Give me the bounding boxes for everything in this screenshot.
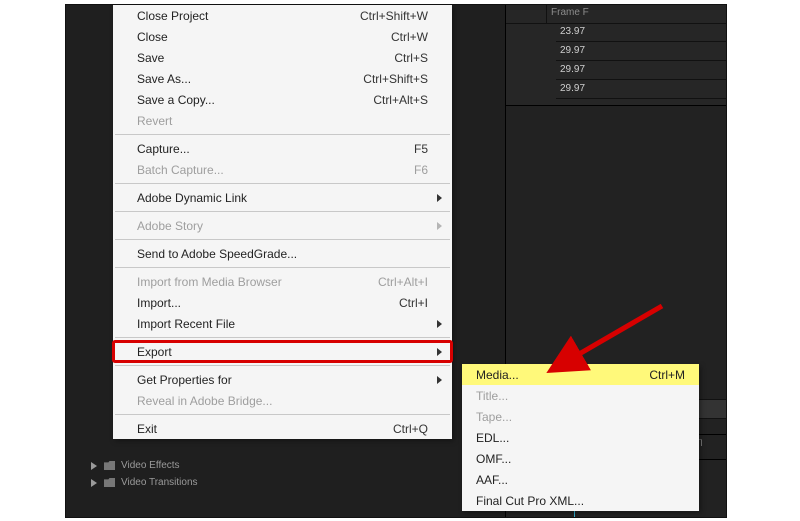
menu-item-shortcut: Ctrl+W (391, 30, 428, 44)
submenu-item-label: Tape... (476, 410, 685, 424)
submenu-item-label: Media... (476, 368, 649, 382)
menu-item-capture[interactable]: Capture...F5 (113, 138, 452, 159)
submenu-item-aaf[interactable]: AAF... (462, 469, 699, 490)
framerate-cell: 29.97 (556, 80, 726, 99)
menu-item-adobe-dynamic-link[interactable]: Adobe Dynamic Link (113, 187, 452, 208)
submenu-item-edl[interactable]: EDL... (462, 427, 699, 448)
menu-item-shortcut: Ctrl+Alt+S (373, 93, 428, 107)
menu-item-revert: Revert (113, 110, 452, 131)
menu-item-label: Import from Media Browser (137, 275, 378, 289)
menu-separator (115, 183, 450, 184)
submenu-item-label: AAF... (476, 473, 685, 487)
menu-item-label: Save As... (137, 72, 363, 86)
menu-item-shortcut: Ctrl+Shift+S (363, 72, 428, 86)
menu-item-reveal-in-adobe-bridge: Reveal in Adobe Bridge... (113, 390, 452, 411)
menu-separator (115, 239, 450, 240)
menu-item-close[interactable]: CloseCtrl+W (113, 26, 452, 47)
submenu-item-label: Title... (476, 389, 685, 403)
menu-item-batch-capture: Batch Capture...F6 (113, 159, 452, 180)
panel-rows: 23.97 29.97 29.97 29.97 (556, 23, 726, 99)
menu-item-label: Reveal in Adobe Bridge... (137, 394, 428, 408)
submenu-item-tape: Tape... (462, 406, 699, 427)
framerate-cell: 29.97 (556, 61, 726, 80)
tree-node-label: Video Transitions (121, 477, 198, 488)
submenu-arrow-icon (437, 222, 442, 230)
menu-item-send-to-adobe-speedgrade[interactable]: Send to Adobe SpeedGrade... (113, 243, 452, 264)
tree-node-video-transitions[interactable]: Video Transitions (90, 474, 390, 491)
menu-item-label: Adobe Story (137, 219, 428, 233)
submenu-arrow-icon (437, 194, 442, 202)
framerate-cell: 29.97 (556, 42, 726, 61)
menu-item-label: Exit (137, 422, 393, 436)
menu-separator (115, 414, 450, 415)
menu-item-label: Import Recent File (137, 317, 428, 331)
menu-item-label: Adobe Dynamic Link (137, 191, 428, 205)
menu-item-shortcut: Ctrl+Alt+I (378, 275, 428, 289)
menu-item-label: Save (137, 51, 394, 65)
submenu-item-shortcut: Ctrl+M (649, 368, 685, 382)
folder-icon (104, 478, 115, 487)
menu-item-label: Close (137, 30, 391, 44)
menu-item-shortcut: Ctrl+Q (393, 422, 428, 436)
submenu-arrow-icon (437, 348, 442, 356)
submenu-item-title: Title... (462, 385, 699, 406)
menu-item-label: Send to Adobe SpeedGrade... (137, 247, 428, 261)
submenu-item-final-cut-pro-xml[interactable]: Final Cut Pro XML... (462, 490, 699, 511)
project-tree: Video Effects Video Transitions (66, 457, 390, 517)
export-submenu: Media...Ctrl+M Title... Tape... EDL... OMF..… (462, 364, 699, 511)
menu-item-label: Save a Copy... (137, 93, 373, 107)
menu-item-label: Export (137, 345, 428, 359)
framerate-cell: 23.97 (556, 23, 726, 42)
menu-item-import-recent-file[interactable]: Import Recent File (113, 313, 452, 334)
menu-item-shortcut: F5 (414, 142, 428, 156)
menu-item-get-properties-for[interactable]: Get Properties for (113, 369, 452, 390)
tree-node-label: Video Effects (121, 460, 180, 471)
panel-column-label: Frame F (546, 5, 589, 23)
menu-item-adobe-story: Adobe Story (113, 215, 452, 236)
menu-item-label: Import... (137, 296, 399, 310)
menu-item-label: Capture... (137, 142, 414, 156)
submenu-item-label: Final Cut Pro XML... (476, 494, 685, 508)
submenu-item-media[interactable]: Media...Ctrl+M (462, 364, 699, 385)
submenu-arrow-icon (437, 376, 442, 384)
menu-item-export[interactable]: Export (113, 341, 452, 362)
menu-item-close-project[interactable]: Close ProjectCtrl+Shift+W (113, 5, 452, 26)
menu-item-exit[interactable]: ExitCtrl+Q (113, 418, 452, 439)
menu-separator (115, 337, 450, 338)
menu-item-label: Revert (137, 114, 428, 128)
file-menu: Close ProjectCtrl+Shift+WCloseCtrl+WSave… (113, 5, 452, 439)
panel-column-header: Frame F (506, 5, 726, 24)
menu-item-label: Close Project (137, 9, 360, 23)
folder-icon (104, 461, 115, 470)
tree-node-video-effects[interactable]: Video Effects (90, 457, 390, 474)
menu-item-label: Batch Capture... (137, 163, 414, 177)
menu-item-shortcut: Ctrl+I (399, 296, 428, 310)
submenu-item-label: EDL... (476, 431, 685, 445)
menu-item-label: Get Properties for (137, 373, 428, 387)
submenu-item-label: OMF... (476, 452, 685, 466)
menu-item-shortcut: F6 (414, 163, 428, 177)
menu-item-save-as[interactable]: Save As...Ctrl+Shift+S (113, 68, 452, 89)
menu-item-shortcut: Ctrl+Shift+W (360, 9, 428, 23)
menu-separator (115, 134, 450, 135)
menu-separator (115, 211, 450, 212)
menu-item-save-a-copy[interactable]: Save a Copy...Ctrl+Alt+S (113, 89, 452, 110)
menu-item-save[interactable]: SaveCtrl+S (113, 47, 452, 68)
menu-separator (115, 267, 450, 268)
menu-item-import[interactable]: Import...Ctrl+I (113, 292, 452, 313)
menu-item-shortcut: Ctrl+S (394, 51, 428, 65)
menu-item-import-from-media-browser: Import from Media BrowserCtrl+Alt+I (113, 271, 452, 292)
submenu-arrow-icon (437, 320, 442, 328)
submenu-item-omf[interactable]: OMF... (462, 448, 699, 469)
menu-separator (115, 365, 450, 366)
